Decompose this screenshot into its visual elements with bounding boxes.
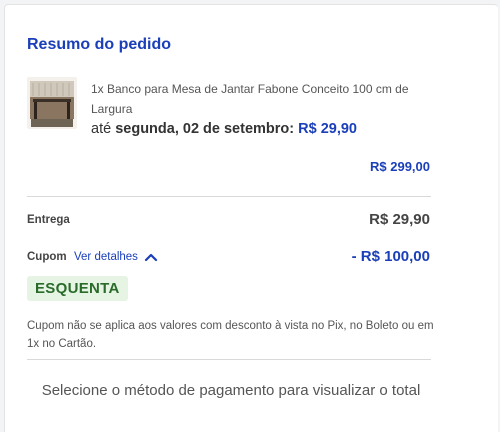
delivery-price: R$ 29,90 (298, 121, 357, 137)
coupon-note: Cupom não se aplica aos valores com desc… (27, 320, 434, 350)
coupon-discount-value: - R$ 100,00 (351, 248, 430, 265)
coupon-details-toggle[interactable]: Ver detalhes (74, 251, 158, 263)
chevron-up-icon[interactable] (144, 252, 158, 262)
product-name: 1x Banco para Mesa de Jantar Fabone Conc… (91, 82, 409, 116)
product-thumbnail (27, 77, 77, 129)
delivery-estimate: até segunda, 02 de setembro: R$ 29,90 (91, 121, 357, 137)
payment-method-prompt: Selecione o método de pagamento para vis… (41, 382, 421, 399)
order-summary-panel: Resumo do pedido 1x Banco para Mesa de J… (4, 4, 498, 432)
divider-bottom (27, 359, 431, 360)
delivery-date: segunda, 02 de setembro: (115, 121, 295, 137)
coupon-label: Cupom (27, 251, 67, 263)
divider-top (27, 196, 431, 197)
shipping-value: R$ 29,90 (369, 211, 430, 228)
coupon-code-badge: ESQUENTA (27, 276, 128, 301)
shipping-label: Entrega (27, 214, 70, 226)
item-subtotal: R$ 299,00 (370, 159, 430, 174)
coupon-details-link[interactable]: Ver detalhes (74, 251, 138, 263)
order-summary-title: Resumo do pedido (27, 36, 171, 53)
delivery-prefix: até (91, 121, 112, 137)
